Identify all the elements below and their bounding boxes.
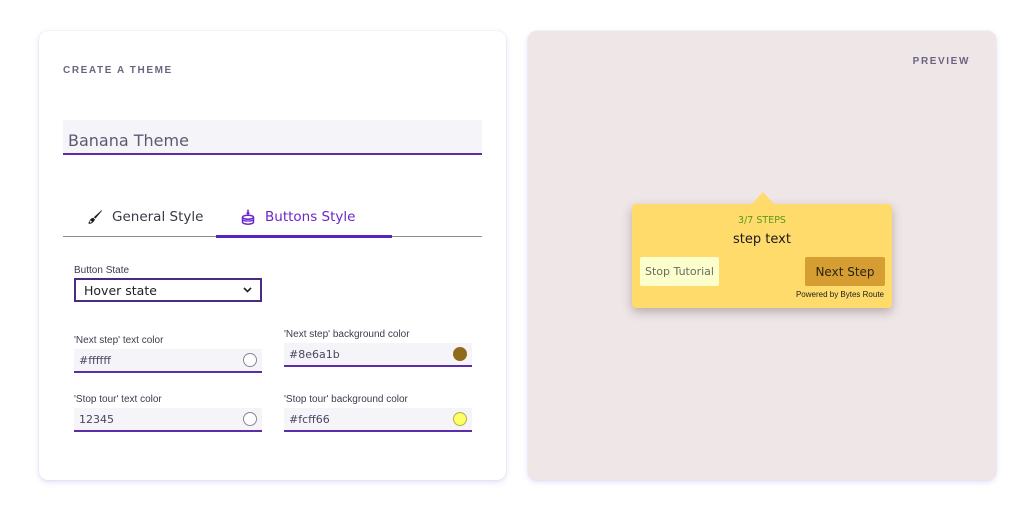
powered-by-label: Powered by Bytes Route xyxy=(795,290,884,299)
next-bg-color-label: 'Next step' background color xyxy=(284,329,410,340)
preview-card: PREVIEW 3/7 STEPS step text Stop Tutoria… xyxy=(528,31,996,480)
birthday-cake-icon xyxy=(240,209,256,225)
section-title: CREATE A THEME xyxy=(63,65,173,76)
tooltip-preview: 3/7 STEPS step text Stop Tutorial Next S… xyxy=(632,192,892,308)
next-step-button[interactable]: Next Step xyxy=(805,257,885,286)
button-state-label: Button State xyxy=(74,265,130,276)
tab-buttons-label: Buttons Style xyxy=(265,208,356,225)
stop-text-color-input[interactable] xyxy=(79,412,219,426)
stop-bg-color-label: 'Stop tour' background color xyxy=(284,394,408,405)
stop-bg-color-field xyxy=(284,408,472,432)
next-bg-color-swatch[interactable] xyxy=(453,347,467,361)
tab-buttons-style[interactable]: Buttons Style xyxy=(216,196,392,238)
stop-tutorial-button[interactable]: Stop Tutorial xyxy=(640,257,719,286)
tab-general-style[interactable]: General Style xyxy=(87,196,203,237)
next-bg-color-input[interactable] xyxy=(289,347,429,361)
stop-text-color-label: 'Stop tour' text color xyxy=(74,394,162,405)
theme-name-input[interactable] xyxy=(63,120,482,155)
create-theme-card: CREATE A THEME General Style xyxy=(39,31,506,480)
step-counter: 3/7 STEPS xyxy=(738,215,786,226)
next-text-color-label: 'Next step' text color xyxy=(74,335,164,346)
next-text-color-swatch[interactable] xyxy=(243,353,257,367)
button-state-select[interactable]: Hover state xyxy=(74,278,262,302)
tab-general-label: General Style xyxy=(112,208,204,225)
next-text-color-field xyxy=(74,349,262,373)
preview-title: PREVIEW xyxy=(912,56,970,67)
step-text: step text xyxy=(733,232,791,247)
next-bg-color-field xyxy=(284,343,472,367)
stop-text-color-swatch[interactable] xyxy=(243,412,257,426)
next-text-color-input[interactable] xyxy=(79,353,219,367)
button-state-value: Hover state xyxy=(84,282,157,298)
stop-text-color-field xyxy=(74,408,262,432)
stop-bg-color-input[interactable] xyxy=(289,412,429,426)
style-tabs: General Style Buttons Style xyxy=(63,196,482,238)
chevron-down-icon xyxy=(243,285,252,296)
stop-bg-color-swatch[interactable] xyxy=(453,412,467,426)
paint-brush-icon xyxy=(87,209,103,225)
